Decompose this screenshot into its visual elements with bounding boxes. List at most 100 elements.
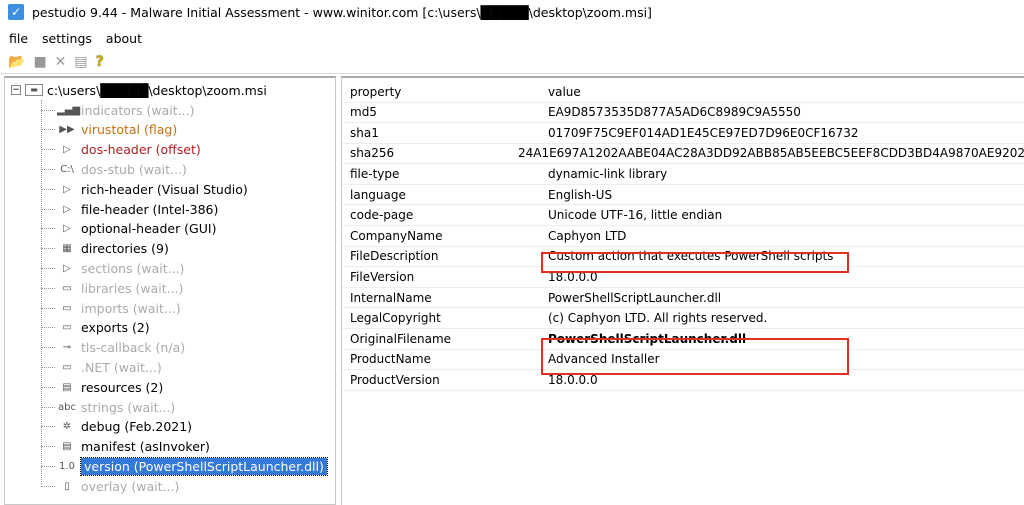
property-value: EA9D8573535D877A5AD6C8989C9A5550 (548, 105, 801, 120)
tree-item[interactable]: ⊸ tls-callback (n/a) (41, 338, 185, 358)
file-icon: ▬ (25, 84, 43, 96)
property-name: FileVersion (350, 270, 415, 285)
property-value: English-US (548, 187, 613, 202)
strings-icon: abc (58, 401, 76, 413)
tree-root[interactable]: − ▬ c:\users\█████\desktop\zoom.msi (11, 80, 267, 100)
open-icon[interactable]: 📂 (8, 54, 25, 70)
menu-about[interactable]: about (106, 31, 142, 46)
tree-item[interactable]: ▭ imports (wait...) (41, 298, 181, 318)
tree-item-label: rich-header (Visual Studio) (81, 181, 248, 197)
expand-icon: ▷ (63, 183, 71, 195)
tree-item-label: sections (wait...) (81, 260, 185, 276)
tree-item[interactable]: ▭ .NET (wait...) (41, 357, 162, 377)
property-name: LegalCopyright (350, 311, 441, 326)
tree-item[interactable]: ▷ optional-header (GUI) (41, 219, 216, 239)
property-name: InternalName (350, 290, 432, 305)
property-value: 18.0.0.0 (548, 373, 598, 388)
tree-item[interactable]: ▤ resources (2) (41, 377, 163, 397)
dotnet-icon: ▭ (62, 361, 72, 373)
property-name: OriginalFilename (350, 331, 452, 346)
tree-item-label: indicators (wait...) (81, 102, 195, 118)
tree-item[interactable]: ▷ sections (wait...) (41, 258, 184, 278)
tree-item[interactable]: 1.0 version (PowerShellScriptLauncher.dll… (41, 456, 328, 476)
table-row[interactable]: code-page Unicode UTF-16, little endian (342, 206, 1024, 226)
table-header: property value (342, 82, 1024, 103)
library-icon: ▭ (62, 282, 72, 294)
resources-icon: ▤ (62, 381, 72, 393)
tree-root-label: c:\users\█████\desktop\zoom.msi (47, 82, 267, 98)
tree-item-label: libraries (wait...) (81, 280, 184, 296)
table-row[interactable]: sha1 01709F75C9EF014AD1E45CE97ED7D96E0CF1… (342, 123, 1024, 144)
file-icon: ▯ (64, 480, 70, 492)
tree-item[interactable]: ▷ rich-header (Visual Studio) (41, 179, 248, 199)
tree-item-label: manifest (asInvoker) (81, 439, 210, 455)
table-row[interactable]: LegalCopyright (c) Caphyon LTD. All right… (342, 309, 1024, 329)
imports-icon: ▭ (62, 302, 72, 314)
title-bar: ✓ pestudio 9.44 - Malware Initial Assess… (0, 0, 1024, 24)
property-name: CompanyName (350, 228, 443, 243)
highlight-box-filename-product (541, 338, 849, 375)
property-value: 01709F75C9EF014AD1E45CE97ED7D96E0CF16732 (548, 125, 859, 140)
virustotal-icon: ▶▶ (59, 124, 75, 136)
column-header-property[interactable]: property (342, 85, 540, 99)
tree-item-label: dos-header (offset) (81, 142, 201, 158)
tree-item[interactable]: ▭ libraries (wait...) (41, 278, 183, 298)
toolbar: 📂 ■ ✕ ▤ ? (0, 50, 1024, 74)
clipboard-icon[interactable]: ▤ (74, 54, 87, 70)
property-value: Unicode UTF-16, little endian (548, 208, 723, 223)
close-icon[interactable]: ✕ (55, 54, 67, 70)
manifest-icon: ▤ (62, 441, 72, 453)
property-name: ProductName (350, 352, 431, 367)
menu-bar: file settings about (0, 28, 142, 48)
tree-item-label: tls-callback (n/a) (81, 340, 186, 356)
table-row[interactable]: CompanyName Caphyon LTD (342, 226, 1024, 247)
tree-item-label: version (PowerShellScriptLauncher.dll) (80, 456, 328, 476)
tree-item-label: file-header (Intel-386) (81, 201, 219, 217)
table-row[interactable]: file-type dynamic-link library (342, 164, 1024, 185)
tree-item-label: resources (2) (81, 379, 164, 395)
property-value: 24A1E697A1202AABE04AC28A3DD92ABB85AB5EEB… (517, 146, 1024, 161)
tree-item-label: imports (wait...) (81, 300, 181, 316)
tree-panel: − ▬ c:\users\█████\desktop\zoom.msi ▂▄▆ i… (4, 76, 336, 505)
property-value: PowerShellScriptLauncher.dll (548, 290, 722, 305)
property-name: file-type (350, 167, 400, 182)
tree-item[interactable]: ▂▄▆ indicators (wait...) (41, 100, 194, 120)
property-name: language (350, 187, 406, 202)
tree-item[interactable]: C:\ dos-stub (wait...) (41, 159, 187, 179)
directories-icon: ▦ (62, 243, 72, 255)
property-name: ProductVersion (350, 373, 440, 388)
table-row[interactable]: md5 EA9D8573535D877A5AD6C8989C9A5550 (342, 103, 1024, 123)
collapse-icon[interactable]: − (11, 85, 21, 95)
tree-item-label: exports (2) (81, 320, 150, 336)
properties-panel: property value md5 EA9D8573535D877A5AD6C8… (341, 76, 1024, 505)
help-icon[interactable]: ? (96, 54, 104, 70)
column-header-value[interactable]: value (540, 85, 581, 99)
table-row[interactable]: sha256 24A1E697A1202AABE04AC28A3DD92ABB85… (342, 144, 1024, 165)
property-value: (c) Caphyon LTD. All rights reserved. (548, 311, 768, 326)
tree-item[interactable]: abc strings (wait...) (41, 397, 175, 417)
menu-settings[interactable]: settings (42, 31, 92, 46)
table-row[interactable]: InternalName PowerShellScriptLauncher.dll (342, 288, 1024, 309)
window-title: pestudio 9.44 - Malware Initial Assessme… (32, 4, 652, 20)
tree-item[interactable]: ▭ exports (2) (41, 318, 150, 338)
tree-item[interactable]: ▤ manifest (asInvoker) (41, 437, 210, 457)
tree-item-label: .NET (wait...) (81, 359, 162, 375)
tree-item[interactable]: ▯ overlay (wait...) (41, 476, 179, 496)
version-icon: 1.0 (59, 460, 75, 472)
tree-item[interactable]: ▶▶ virustotal (flag) (41, 120, 177, 140)
property-value: dynamic-link library (548, 167, 668, 182)
tree-item[interactable]: ▷ file-header (Intel-386) (41, 199, 218, 219)
property-value: Caphyon LTD (548, 228, 627, 243)
tree-item[interactable]: ✲ debug (Feb.2021) (41, 417, 192, 437)
tree-item[interactable]: ▷ dos-header (offset) (41, 140, 201, 160)
expand-icon: ▷ (63, 223, 71, 235)
tree-item[interactable]: ▦ directories (9) (41, 239, 169, 259)
tree-item-label: strings (wait...) (81, 399, 176, 415)
property-name: sha1 (350, 125, 379, 140)
table-row[interactable]: language English-US (342, 185, 1024, 206)
menu-file[interactable]: file (9, 31, 28, 46)
expand-icon: ▷ (63, 262, 71, 274)
exports-icon: ▭ (62, 322, 72, 334)
save-icon[interactable]: ■ (33, 54, 46, 70)
expand-icon: ▷ (63, 203, 71, 215)
